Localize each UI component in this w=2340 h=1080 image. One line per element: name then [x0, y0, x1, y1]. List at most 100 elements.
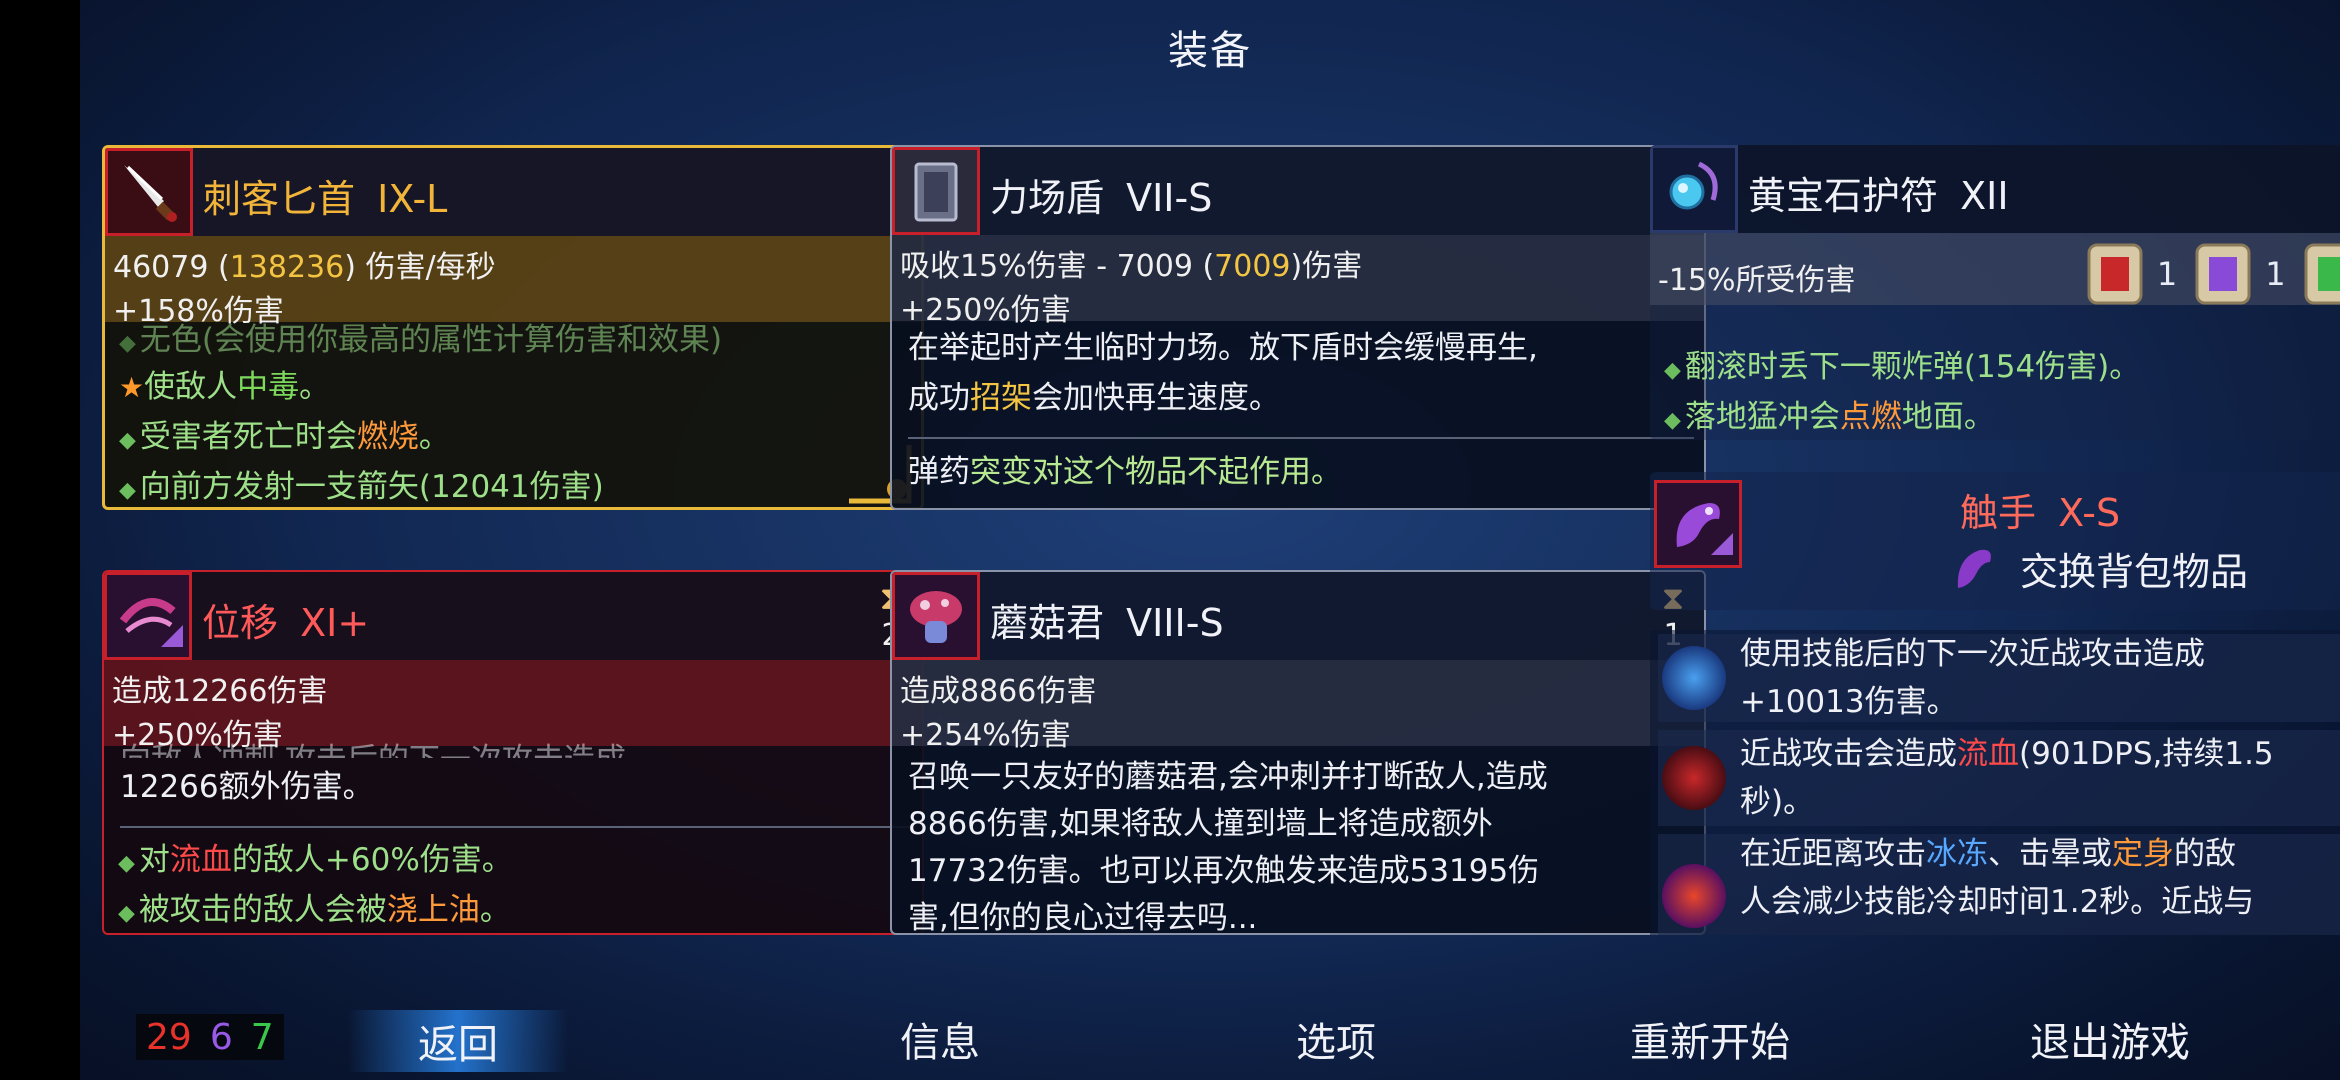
- divider: [120, 826, 912, 828]
- backpack-swap-icon: [1950, 538, 2006, 598]
- survival-count: 7: [250, 1016, 274, 1058]
- skill-slot-1[interactable]: 位移 XI+ ⧗ 2 造成12266伤害 +250%伤害 向敌人冲刺,攻击后的下…: [102, 570, 924, 935]
- weapon-tier: VII-S: [1126, 176, 1213, 220]
- weapon-slot-2[interactable]: 力场盾 VII-S 吸收15%伤害 - 7009 (7009)伤害 +250%伤…: [890, 145, 1706, 510]
- stat-text: )伤害: [1290, 249, 1363, 284]
- mutation-text-part: (901DPS,持续1.5: [2019, 736, 2274, 772]
- desc-text: 弹药: [908, 454, 970, 490]
- weapon-name: 力场盾 VII-S: [990, 167, 1212, 222]
- mutation-note: 弹药突变对这个物品不起作用。: [908, 447, 1694, 497]
- dagger-icon: [105, 148, 193, 236]
- skill-damage: 造成8866伤害: [900, 674, 1097, 709]
- swap-backpack-button[interactable]: 交换背包物品: [1950, 538, 2248, 598]
- fire-mask-icon: [1662, 864, 1726, 928]
- dps-base: 46079 (: [113, 250, 230, 285]
- mutation-text: 使用技能后的下一次近战攻击造成 +10013伤害。: [1740, 630, 2340, 726]
- bullet-text: 对: [138, 842, 170, 878]
- backpack-tier: X-S: [2058, 491, 2121, 535]
- amulet-bullet-1: ◆ 落地猛冲会点燃地面。: [1664, 399, 1995, 435]
- skill-description-cut: 向敌人冲刺,攻击后的下一次攻击造成: [120, 740, 912, 758]
- skill-name-text: 蘑菇君: [990, 601, 1105, 645]
- tentacle-icon: [1654, 480, 1742, 568]
- bottom-nav: 29 6 7 返回 信息 选项 重新开始 退出游戏: [80, 996, 2340, 1080]
- bleed-keyword: 流血: [1957, 736, 2019, 772]
- screen-title: 装备: [1168, 28, 1252, 74]
- blue-potion-icon: [1662, 646, 1726, 710]
- amulet-name: 黄宝石护符 XII: [1748, 165, 2009, 220]
- backpack-item-name: 触手 X-S: [1960, 482, 2120, 537]
- bullet-text: 受害者死亡时会: [139, 419, 357, 455]
- skill-name: 蘑菇君 VIII-S: [990, 592, 1224, 647]
- bullet-text: 。: [418, 419, 450, 455]
- phaser-skill-icon: [104, 572, 192, 660]
- desc-line: 害,但你的良心过得去吗...: [908, 900, 1258, 934]
- mutation-text-part: 近战攻击会造成: [1740, 736, 1957, 772]
- oil-keyword: 浇上油: [386, 892, 480, 928]
- quit-button[interactable]: 退出游戏: [2000, 1010, 2220, 1068]
- swap-label: 交换背包物品: [2020, 549, 2249, 594]
- scroll-count: 1: [2156, 255, 2178, 293]
- mushroom-skill-icon: [892, 572, 980, 660]
- weapon-bullet-2: ◆ 受害者死亡时会燃烧。: [119, 419, 450, 455]
- shield-description: 在举起时产生临时力场。放下盾时会缓慢再生, 成功招架会加快再生速度。: [908, 323, 1694, 423]
- mutation-line: 在近距离攻击冰冻、击晕或定身的敌: [1740, 830, 2340, 878]
- tactics-scroll-icon: 1: [2191, 239, 2286, 309]
- desc-text: 成功: [908, 380, 970, 416]
- brutality-scroll-icon: 1: [2083, 239, 2177, 309]
- mutation-row-2[interactable]: 近战攻击会造成流血(901DPS,持续1.5 秒)。: [1658, 730, 2340, 826]
- burn-keyword: 燃烧: [356, 419, 419, 455]
- mutation-text-part: 的敌: [2174, 836, 2236, 872]
- root-keyword: 定身: [2112, 836, 2174, 872]
- equipment-screen: 装备 刺客匕首 IX-L 46079 (138236) 伤害/每秒 +158%伤…: [80, 0, 2340, 1080]
- mutation-line: 近战攻击会造成流血(901DPS,持续1.5: [1740, 730, 2340, 778]
- weapon-name-text: 力场盾: [990, 176, 1105, 220]
- desc-line: 8866伤害,如果将敌人撞到墙上将造成额外: [908, 806, 1493, 842]
- restart-button[interactable]: 重新开始: [1600, 1010, 1820, 1068]
- mutation-row-1[interactable]: 使用技能后的下一次近战攻击造成 +10013伤害。: [1658, 634, 2340, 722]
- scroll-counts: 1 1 2: [2069, 239, 2340, 309]
- stat-bonus: 7009: [1214, 249, 1291, 284]
- skill-tier: XI+: [300, 601, 370, 645]
- dps-bonus: 138236: [229, 250, 345, 285]
- bleed-icon: [1662, 746, 1726, 810]
- desc-line: 召唤一只友好的蘑菇君,会冲刺并打断敌人,造成: [908, 759, 1548, 795]
- bullet-text: 。: [299, 369, 331, 405]
- mutation-line: 人会减少技能冷却时间1.2秒。近战与: [1740, 884, 2255, 920]
- weapon-name-text: 刺客匕首: [203, 177, 356, 221]
- skill-damage: 造成12266伤害: [112, 674, 328, 709]
- back-button[interactable]: 返回: [348, 1010, 568, 1072]
- desc-line: 在举起时产生临时力场。放下盾时会缓慢再生,: [908, 330, 1538, 366]
- stat-counter: 29 6 7: [136, 1014, 284, 1060]
- bullet-text: 向前方发射一支箭矢(12041伤害): [139, 469, 604, 505]
- options-button[interactable]: 选项: [1256, 1010, 1416, 1068]
- amulet-stat: -15%所受伤害: [1658, 263, 1856, 298]
- dps-suffix: ) 伤害/每秒: [344, 250, 496, 285]
- weapon-dps: 46079 (138236) 伤害/每秒: [113, 242, 496, 286]
- skill-name-text: 位移: [202, 601, 279, 645]
- weapon-slot-1[interactable]: 刺客匕首 IX-L 46079 (138236) 伤害/每秒 +158%伤害 ◆…: [102, 145, 924, 510]
- skill-description: 12266额外伤害。: [120, 769, 374, 805]
- mutation-line: 秒)。: [1740, 784, 1815, 820]
- poison-keyword: 中毒: [237, 369, 300, 405]
- amulet-name-text: 黄宝石护符: [1748, 174, 1939, 218]
- skill-bullet-0: ◆ 对流血的敌人+60%伤害。: [118, 842, 513, 878]
- amulet-slot[interactable]: 黄宝石护符 XII -15%所受伤害 1 1 2 ◆翻滚时丢下一颗炸弹(154伤…: [1650, 145, 2340, 440]
- parry-keyword: 招架: [970, 380, 1032, 416]
- skill-slot-2[interactable]: 蘑菇君 VIII-S ⧗ 1 造成8866伤害 +254%伤害 召唤一只友好的蘑…: [890, 570, 1706, 935]
- shield-icon: [892, 147, 980, 235]
- info-button[interactable]: 信息: [860, 1010, 1020, 1068]
- letterbox-left: [0, 0, 80, 1080]
- bullet-text: 使敌人: [144, 369, 238, 405]
- mutation-row-3[interactable]: 在近距离攻击冰冻、击晕或定身的敌 人会减少技能冷却时间1.2秒。近战与: [1658, 834, 2340, 935]
- weapon-tier: IX-L: [377, 177, 448, 221]
- skill-name: 位移 XI+: [202, 592, 369, 647]
- bullet-text: 落地猛冲会: [1684, 399, 1840, 435]
- mutation-line: 使用技能后的下一次近战攻击造成: [1740, 636, 2205, 672]
- mutation-keyword: 突变对这个物品不起作用。: [970, 454, 1342, 490]
- backpack-slot[interactable]: 触手 X-S 交换背包物品: [1650, 472, 2340, 610]
- weapon-bullet-3: ◆ 向前方发射一支箭矢(12041伤害): [119, 469, 604, 505]
- skill-tier: VIII-S: [1126, 601, 1224, 645]
- mutation-text: 近战攻击会造成流血(901DPS,持续1.5 秒)。: [1740, 730, 2340, 826]
- divider: [908, 437, 1694, 439]
- bleed-keyword: 流血: [169, 842, 232, 878]
